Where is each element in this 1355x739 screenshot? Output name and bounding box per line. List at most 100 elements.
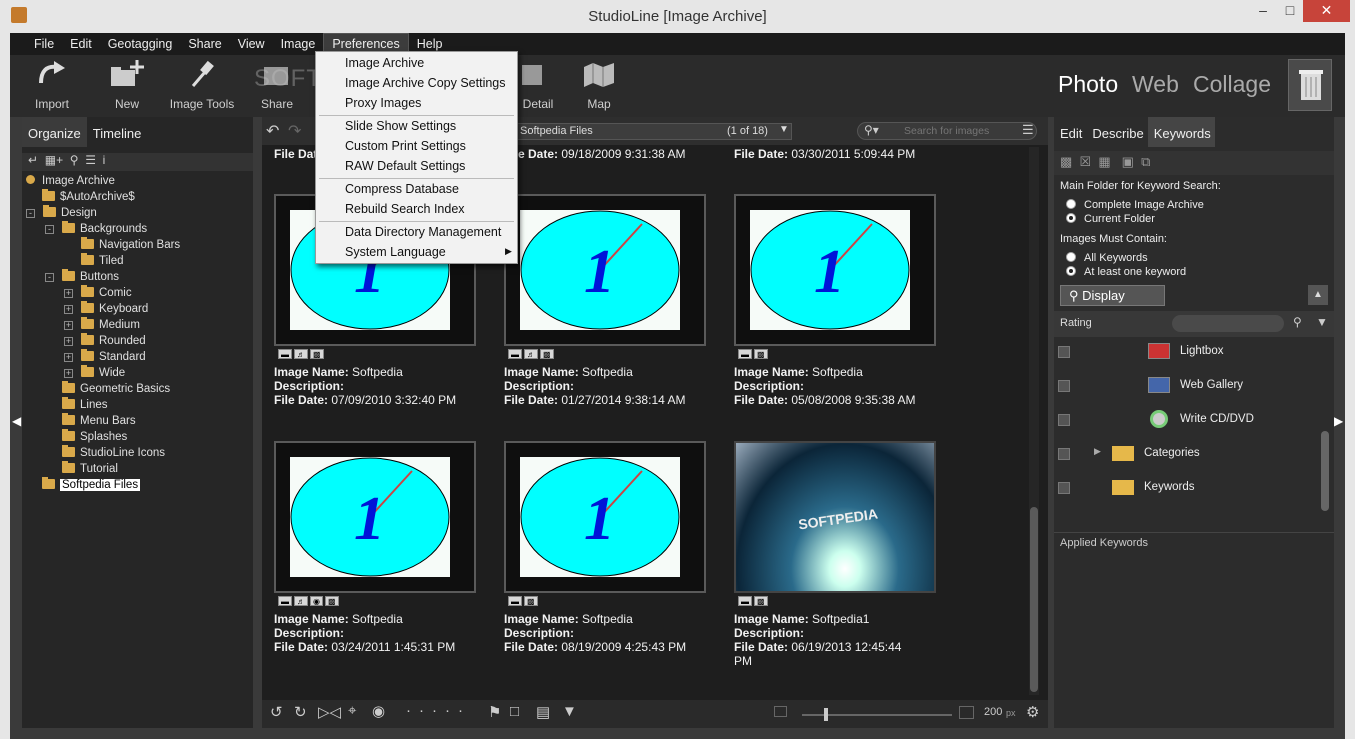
menu-geotagging[interactable]: Geotagging <box>100 34 181 56</box>
checkbox[interactable] <box>1058 482 1070 494</box>
mode-photo[interactable]: Photo <box>1058 71 1118 98</box>
filter-icon[interactable]: ▼ <box>1316 315 1328 329</box>
image-tools-button[interactable]: Image Tools <box>164 55 240 111</box>
keyword-row[interactable]: Keywords <box>1054 471 1319 505</box>
expand-icon[interactable]: + <box>64 337 73 346</box>
collapse-icon[interactable]: - <box>45 225 54 234</box>
menu-share[interactable]: Share <box>180 34 229 56</box>
menu-edit[interactable]: Edit <box>62 34 100 56</box>
copy-icon[interactable]: ⧉ <box>1141 154 1150 169</box>
radio-button[interactable] <box>1066 252 1076 262</box>
tree-item-standard[interactable]: + Standard <box>64 349 146 367</box>
up-icon[interactable]: ↵ <box>28 153 38 167</box>
radio-all-keywords[interactable]: All Keywords <box>1066 252 1148 264</box>
image-thumbnail[interactable]: SOFTPEDIA <box>734 441 936 593</box>
search-box[interactable]: ⚲▾ <box>857 122 1037 140</box>
keyword-row[interactable]: Lightbox <box>1054 335 1319 369</box>
keyword-filter-input[interactable] <box>1172 315 1284 332</box>
rotate-left-icon[interactable]: ↺ <box>270 703 283 721</box>
search-icon[interactable]: ⚲ <box>1293 315 1302 329</box>
tree-item-backgrounds[interactable]: - Backgrounds <box>45 221 147 239</box>
search-icon[interactable]: ⚲ <box>70 153 79 167</box>
menu-item-image-archive[interactable]: Image Archive <box>345 56 424 70</box>
keyword-row[interactable]: Write CD/DVD <box>1054 403 1319 437</box>
radio-button[interactable] <box>1066 213 1076 223</box>
expand-arrow-icon[interactable]: ▶ <box>1094 446 1101 457</box>
checkbox[interactable] <box>1058 380 1070 392</box>
info-icon[interactable]: i <box>103 153 106 167</box>
radio-complete-archive[interactable]: Complete Image Archive <box>1066 199 1204 211</box>
tree-item-lines[interactable]: Lines <box>62 397 108 415</box>
keyword-row[interactable]: Web Gallery <box>1054 369 1319 403</box>
search-input[interactable] <box>904 124 1029 138</box>
edit-list-icon[interactable]: ▤ <box>536 703 550 721</box>
checkbox[interactable] <box>1058 448 1070 460</box>
left-collapse-arrow[interactable]: ◀ <box>12 414 21 428</box>
expand-icon[interactable]: + <box>64 289 73 298</box>
keyword-set-icon[interactable]: ▣ <box>1122 154 1134 169</box>
scrollbar-thumb[interactable] <box>1030 507 1038 692</box>
add-keyword-icon[interactable]: ▩ <box>1060 154 1072 169</box>
keyword-scrollbar[interactable] <box>1320 339 1330 525</box>
mode-collage[interactable]: Collage <box>1193 71 1271 98</box>
back-icon[interactable]: ↶ <box>266 121 279 141</box>
tab-organize[interactable]: Organize <box>22 117 87 147</box>
tree-item-softpedia-files[interactable]: Softpedia Files <box>42 477 141 495</box>
checkbox[interactable] <box>1058 346 1070 358</box>
tab-keywords[interactable]: Keywords <box>1147 117 1215 147</box>
right-collapse-arrow[interactable]: ▶ <box>1334 414 1343 428</box>
maximize-button[interactable]: □ <box>1277 0 1303 22</box>
tree-item-autoarchive[interactable]: $AutoArchive$ <box>42 189 135 207</box>
new-folder-icon[interactable]: ▦+ <box>45 153 63 167</box>
tree-item-menu-bars[interactable]: Menu Bars <box>62 413 136 431</box>
menu-file[interactable]: File <box>26 34 62 56</box>
tree-list-icon[interactable]: ☰ <box>85 153 96 167</box>
tree-item-splashes[interactable]: Splashes <box>62 429 127 447</box>
menu-item-copy-settings[interactable]: Image Archive Copy Settings <box>345 76 506 90</box>
tree-item-comic[interactable]: + Comic <box>64 285 132 303</box>
tab-describe[interactable]: Describe <box>1086 117 1147 147</box>
tree-item-tiled[interactable]: Tiled <box>81 253 124 271</box>
trash-icon[interactable] <box>1288 59 1332 111</box>
close-button[interactable]: ✕ <box>1303 0 1350 22</box>
zoom-slider[interactable] <box>802 708 952 721</box>
collapse-icon[interactable]: - <box>45 273 54 282</box>
image-thumbnail[interactable]: 1 <box>734 194 936 346</box>
large-thumb-icon[interactable] <box>959 706 974 719</box>
forward-icon[interactable]: ↷ <box>288 121 301 141</box>
menu-lines-icon[interactable]: ☰ <box>1022 122 1034 138</box>
map-button[interactable]: Map <box>561 55 637 111</box>
flag-icon[interactable]: ⚑ <box>488 703 501 721</box>
menu-item-custom-print[interactable]: Custom Print Settings <box>345 139 466 153</box>
small-thumb-icon[interactable] <box>774 706 787 717</box>
tree-item-medium[interactable]: + Medium <box>64 317 140 335</box>
folder-add-icon[interactable]: ▦ <box>1098 154 1110 169</box>
tree-item-keyboard[interactable]: + Keyboard <box>64 301 148 319</box>
tree-item-navigation-bars[interactable]: Navigation Bars <box>81 237 180 255</box>
checkbox[interactable] <box>1058 414 1070 426</box>
image-thumbnail[interactable]: 1 <box>504 194 706 346</box>
slider-handle[interactable] <box>824 708 828 721</box>
menu-item-compress-database[interactable]: Compress Database <box>345 182 459 196</box>
tree-item-image-archive[interactable]: Image Archive <box>26 175 115 191</box>
rating-dots[interactable]: ····· <box>406 702 471 719</box>
radio-button[interactable] <box>1066 266 1076 276</box>
expand-icon[interactable]: + <box>64 353 73 362</box>
remove-keyword-icon[interactable]: ☒ <box>1080 154 1092 169</box>
radio-one-keyword[interactable]: At least one keyword <box>1066 266 1186 278</box>
import-button[interactable]: Import <box>14 55 90 111</box>
crop-icon[interactable]: ⌖ <box>348 702 356 719</box>
image-thumbnail[interactable]: 1 <box>274 441 476 593</box>
collapse-icon[interactable]: - <box>26 209 35 218</box>
menu-item-rebuild-index[interactable]: Rebuild Search Index <box>345 202 465 216</box>
expand-icon[interactable]: + <box>64 305 73 314</box>
tree-item-tutorial[interactable]: Tutorial <box>62 461 118 479</box>
expand-icon[interactable]: + <box>64 321 73 330</box>
radio-current-folder[interactable]: Current Folder <box>1066 213 1155 225</box>
filter-icon[interactable]: ▼ <box>562 703 577 720</box>
menu-item-data-directory[interactable]: Data Directory Management <box>345 225 501 239</box>
tree-item-rounded[interactable]: + Rounded <box>64 333 146 351</box>
keyword-row[interactable]: ▶ Categories <box>1054 437 1319 471</box>
collapse-up-button[interactable]: ▲ <box>1308 285 1328 305</box>
mode-web[interactable]: Web <box>1132 71 1179 98</box>
